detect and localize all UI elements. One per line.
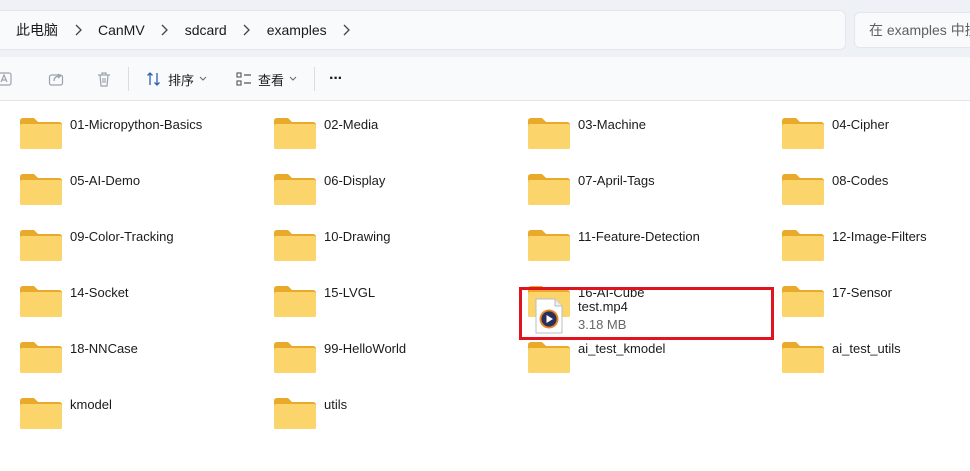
- folder-icon: [274, 174, 316, 205]
- breadcrumb-sdcard[interactable]: sdcard: [185, 22, 227, 38]
- toolbar-divider: [314, 67, 315, 91]
- chevron-right-icon[interactable]: [227, 24, 267, 36]
- folder-name: 18-NNCase: [70, 341, 138, 356]
- file-size: 3.18 MB: [578, 317, 627, 332]
- folder-icon: [528, 174, 570, 205]
- folder-name: 06-Display: [324, 173, 386, 188]
- file-name: test.mp4: [578, 299, 628, 314]
- chevron-down-icon: [199, 76, 207, 81]
- folder-item[interactable]: 03-Machine: [508, 101, 758, 153]
- folder-name: 99-HelloWorld: [324, 341, 407, 356]
- folder-item[interactable]: 05-AI-Demo: [0, 157, 250, 209]
- folder-name: 05-AI-Demo: [70, 173, 141, 188]
- view-button[interactable]: 查看: [236, 68, 297, 90]
- folder-name: 10-Drawing: [324, 229, 391, 244]
- folder-item[interactable]: 08-Codes: [762, 157, 970, 209]
- toolbar-divider: [128, 67, 129, 91]
- folder-item[interactable]: 15-LVGL: [254, 269, 504, 321]
- folder-icon: [20, 230, 62, 261]
- media-player-icon: [535, 298, 563, 334]
- delete-icon[interactable]: [94, 69, 114, 89]
- folder-item[interactable]: utils: [254, 381, 504, 433]
- folder-icon: [274, 398, 316, 429]
- rename-icon[interactable]: [0, 69, 14, 89]
- sort-button[interactable]: 排序: [146, 68, 207, 90]
- folder-item[interactable]: 04-Cipher: [762, 101, 970, 153]
- breadcrumb[interactable]: 此电脑 CanMV sdcard examples: [0, 10, 846, 50]
- folder-name: 12-Image-Filters: [832, 229, 927, 244]
- folder-icon: [274, 342, 316, 373]
- chevron-right-icon[interactable]: [58, 24, 98, 36]
- folder-item[interactable]: 07-April-Tags: [508, 157, 758, 209]
- folder-icon: [20, 398, 62, 429]
- chevron-down-icon: [289, 76, 297, 81]
- folder-item[interactable]: 17-Sensor: [762, 269, 970, 321]
- folder-icon: [782, 174, 824, 205]
- folder-name: kmodel: [70, 397, 112, 412]
- chevron-right-icon[interactable]: [327, 24, 367, 36]
- share-icon[interactable]: [46, 69, 66, 89]
- folder-item[interactable]: 02-Media: [254, 101, 504, 153]
- breadcrumb-examples[interactable]: examples: [267, 22, 327, 38]
- more-options-button[interactable]: ···: [329, 68, 343, 90]
- folder-name: 09-Color-Tracking: [70, 229, 174, 244]
- search-input[interactable]: 在 examples 中搜: [854, 12, 970, 48]
- folder-item[interactable]: 99-HelloWorld: [254, 325, 504, 377]
- sort-label: 排序: [168, 72, 195, 88]
- folder-item[interactable]: 01-Micropython-Basics: [0, 101, 250, 153]
- folder-icon: [274, 286, 316, 317]
- folder-name: 14-Socket: [70, 285, 129, 300]
- folder-name: 03-Machine: [578, 117, 646, 132]
- chevron-right-icon[interactable]: [145, 24, 185, 36]
- folder-icon: [274, 230, 316, 261]
- folder-icon: [528, 118, 570, 149]
- folder-name: ai_test_kmodel: [578, 341, 666, 356]
- file-item-test-mp4[interactable]: test.mp4 3.18 MB: [519, 287, 774, 340]
- file-grid: 01-Micropython-Basics 02-Media 03-Machine 0…: [0, 101, 970, 471]
- folder-item[interactable]: 11-Feature-Detection: [508, 213, 758, 265]
- breadcrumb-this-pc[interactable]: 此电脑: [16, 20, 58, 40]
- folder-icon: [782, 230, 824, 261]
- folder-icon: [528, 230, 570, 261]
- folder-name: 11-Feature-Detection: [578, 229, 700, 244]
- folder-name: 15-LVGL: [324, 285, 376, 300]
- folder-name: utils: [324, 397, 348, 412]
- command-bar: 排序 查看 ···: [0, 57, 970, 101]
- folder-item[interactable]: ai_test_utils: [762, 325, 970, 377]
- folder-icon: [782, 118, 824, 149]
- folder-item[interactable]: 06-Display: [254, 157, 504, 209]
- folder-icon: [20, 342, 62, 373]
- folder-icon: [274, 118, 316, 149]
- folder-item[interactable]: 14-Socket: [0, 269, 250, 321]
- breadcrumb-canmv[interactable]: CanMV: [98, 22, 145, 38]
- folder-name: 02-Media: [324, 117, 379, 132]
- folder-name: 01-Micropython-Basics: [70, 117, 203, 132]
- folder-icon: [20, 174, 62, 205]
- folder-item[interactable]: 12-Image-Filters: [762, 213, 970, 265]
- folder-name: 04-Cipher: [832, 117, 890, 132]
- folder-icon: [782, 286, 824, 317]
- folder-icon: [20, 286, 62, 317]
- folder-item[interactable]: kmodel: [0, 381, 250, 433]
- folder-icon: [528, 342, 570, 373]
- folder-item[interactable]: 10-Drawing: [254, 213, 504, 265]
- folder-icon: [782, 342, 824, 373]
- view-label: 查看: [258, 72, 285, 88]
- folder-name: ai_test_utils: [832, 341, 901, 356]
- folder-item[interactable]: 18-NNCase: [0, 325, 250, 377]
- folder-name: 07-April-Tags: [578, 173, 655, 188]
- folder-name: 17-Sensor: [832, 285, 892, 300]
- view-list-icon: [236, 72, 251, 86]
- folder-name: 08-Codes: [832, 173, 889, 188]
- folder-icon: [20, 118, 62, 149]
- sort-arrows-icon: [147, 72, 160, 86]
- folder-item[interactable]: 09-Color-Tracking: [0, 213, 250, 265]
